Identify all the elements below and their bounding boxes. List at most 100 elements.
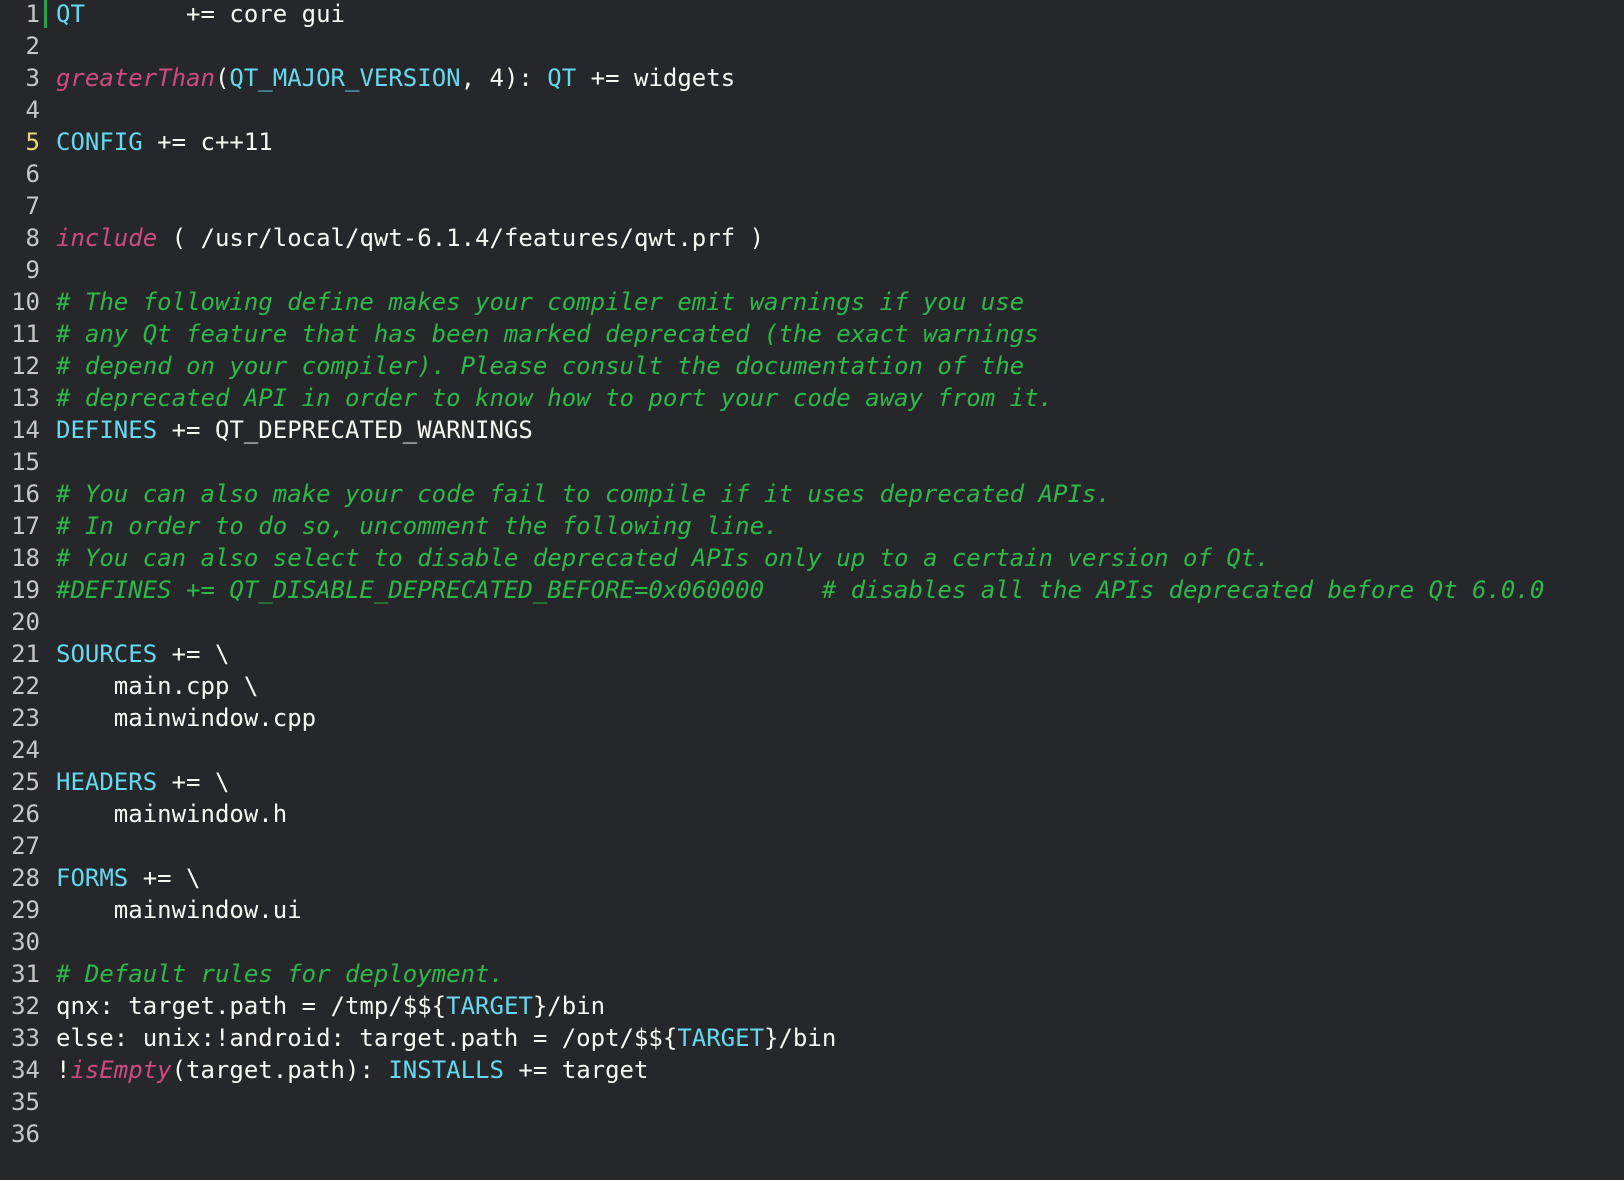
- code-line[interactable]: 13 # deprecated API in order to know how …: [0, 382, 1624, 414]
- line-code[interactable]: QT += core gui: [56, 0, 345, 30]
- line-number: 19: [11, 576, 40, 604]
- text-token: += \: [128, 864, 201, 892]
- code-line[interactable]: 26 mainwindow.h: [0, 798, 1624, 830]
- code-line[interactable]: 5 CONFIG += c++11: [0, 126, 1624, 158]
- line-number: 27: [11, 832, 40, 860]
- text-token: }/bin: [532, 992, 606, 1020]
- line-number: 21: [11, 640, 40, 668]
- line-code[interactable]: SOURCES += \: [56, 638, 229, 670]
- code-line[interactable]: 17 # In order to do so, uncomment the fol…: [0, 510, 1624, 542]
- code-line[interactable]: 18 # You can also select to disable depre…: [0, 542, 1624, 574]
- comment-token: # In order to do so, uncomment the follo…: [56, 512, 779, 540]
- line-code[interactable]: else: unix:!android: target.path = /opt/…: [56, 1022, 836, 1054]
- code-line[interactable]: 7: [0, 190, 1624, 222]
- code-line[interactable]: 29 mainwindow.ui: [0, 894, 1624, 926]
- function-token: greaterThan: [56, 64, 215, 92]
- comment-token: # The following define makes your compil…: [56, 288, 1025, 316]
- line-code[interactable]: # Default rules for deployment.: [56, 958, 504, 990]
- line-code[interactable]: # depend on your compiler). Please consu…: [56, 350, 1024, 382]
- variable-token: DEFINES: [56, 416, 158, 444]
- function-token: isEmpty: [70, 1056, 172, 1084]
- code-line[interactable]: 14 DEFINES += QT_DEPRECATED_WARNINGS: [0, 414, 1624, 446]
- text-token: += target: [503, 1056, 649, 1084]
- code-line[interactable]: 25 HEADERS += \: [0, 766, 1624, 798]
- line-code[interactable]: CONFIG += c++11: [56, 126, 273, 158]
- line-code[interactable]: # deprecated API in order to know how to…: [56, 382, 1053, 414]
- code-line[interactable]: 11 # any Qt feature that has been marked …: [0, 318, 1624, 350]
- code-line[interactable]: 23 mainwindow.cpp: [0, 702, 1624, 734]
- text-token: (target.path):: [171, 1056, 389, 1084]
- line-number: 23: [11, 704, 40, 732]
- code-line[interactable]: 30: [0, 926, 1624, 958]
- code-line[interactable]: 6: [0, 158, 1624, 190]
- code-line[interactable]: 27: [0, 830, 1624, 862]
- line-number: 18: [11, 544, 40, 572]
- code-line[interactable]: 10 # The following define makes your comp…: [0, 286, 1624, 318]
- code-line[interactable]: 35: [0, 1086, 1624, 1118]
- line-code[interactable]: greaterThan(QT_MAJOR_VERSION, 4): QT += …: [56, 62, 735, 94]
- code-line[interactable]: 24: [0, 734, 1624, 766]
- line-code[interactable]: # You can also select to disable depreca…: [56, 542, 1270, 574]
- code-line[interactable]: 8 include ( /usr/local/qwt-6.1.4/features…: [0, 222, 1624, 254]
- line-code[interactable]: HEADERS += \: [56, 766, 229, 798]
- code-lines[interactable]: 1 QT += core gui 2 3 greaterThan(QT_MAJOR_VE…: [0, 0, 1624, 1150]
- code-line[interactable]: 12 # depend on your compiler). Please con…: [0, 350, 1624, 382]
- code-line[interactable]: 31 # Default rules for deployment.: [0, 958, 1624, 990]
- code-line[interactable]: 32 qnx: target.path = /tmp/$${TARGET}/bin: [0, 990, 1624, 1022]
- code-line[interactable]: 16 # You can also make your code fail to …: [0, 478, 1624, 510]
- line-code[interactable]: main.cpp \: [56, 670, 259, 702]
- line-number: 8: [25, 224, 40, 252]
- line-code[interactable]: # In order to do so, uncomment the follo…: [56, 510, 778, 542]
- line-number: 31: [11, 960, 40, 988]
- line-code[interactable]: !isEmpty(target.path): INSTALLS += targe…: [56, 1054, 648, 1086]
- function-token: include: [56, 224, 158, 252]
- line-number: 30: [11, 928, 40, 956]
- text-token: }/bin: [764, 1024, 837, 1052]
- variable-token: TARGET: [446, 992, 533, 1020]
- text-token: mainwindow.h: [56, 800, 288, 828]
- line-number: 29: [11, 896, 40, 924]
- line-number: 7: [25, 192, 40, 220]
- code-line[interactable]: 19 #DEFINES += QT_DISABLE_DEPRECATED_BEFO…: [0, 574, 1624, 606]
- line-number: 36: [11, 1120, 40, 1148]
- code-line[interactable]: 34 !isEmpty(target.path): INSTALLS += tar…: [0, 1054, 1624, 1086]
- line-code[interactable]: include ( /usr/local/qwt-6.1.4/features/…: [56, 222, 764, 254]
- code-line[interactable]: 4: [0, 94, 1624, 126]
- code-line[interactable]: 22 main.cpp \: [0, 670, 1624, 702]
- code-line[interactable]: 36: [0, 1118, 1624, 1150]
- line-code[interactable]: FORMS += \: [56, 862, 201, 894]
- code-line[interactable]: 9: [0, 254, 1624, 286]
- line-number: 9: [25, 256, 40, 284]
- code-line[interactable]: 1 QT += core gui: [0, 0, 1624, 30]
- line-code[interactable]: qnx: target.path = /tmp/$${TARGET}/bin: [56, 990, 605, 1022]
- code-line[interactable]: 15: [0, 446, 1624, 478]
- variable-token: INSTALLS: [388, 1056, 504, 1084]
- code-line[interactable]: 3 greaterThan(QT_MAJOR_VERSION, 4): QT +=…: [0, 62, 1624, 94]
- line-code[interactable]: # The following define makes your compil…: [56, 286, 1024, 318]
- text-token: += c++11: [142, 128, 273, 156]
- line-code[interactable]: mainwindow.h: [56, 798, 287, 830]
- code-line[interactable]: 28 FORMS += \: [0, 862, 1624, 894]
- line-code[interactable]: mainwindow.cpp: [56, 702, 316, 734]
- variable-token: QT_MAJOR_VERSION: [229, 64, 461, 92]
- text-token: += widgets: [576, 64, 736, 92]
- line-number: 6: [25, 160, 40, 188]
- code-line[interactable]: 2: [0, 30, 1624, 62]
- text-token: else: unix:!android: target.path = /opt/…: [56, 1024, 678, 1052]
- text-token: main.cpp \: [56, 672, 259, 700]
- code-line[interactable]: 21 SOURCES += \: [0, 638, 1624, 670]
- line-number: 2: [25, 32, 40, 60]
- line-code[interactable]: mainwindow.ui: [56, 894, 302, 926]
- line-number: 33: [11, 1024, 40, 1052]
- code-editor[interactable]: 1 QT += core gui 2 3 greaterThan(QT_MAJOR_VE…: [0, 0, 1624, 1180]
- line-number: 14: [11, 416, 40, 444]
- line-code[interactable]: # You can also make your code fail to co…: [56, 478, 1111, 510]
- line-code[interactable]: # any Qt feature that has been marked de…: [56, 318, 1039, 350]
- line-code[interactable]: DEFINES += QT_DEPRECATED_WARNINGS: [56, 414, 533, 446]
- code-line[interactable]: 33 else: unix:!android: target.path = /op…: [0, 1022, 1624, 1054]
- line-number: 12: [11, 352, 40, 380]
- code-line[interactable]: 20: [0, 606, 1624, 638]
- line-code[interactable]: #DEFINES += QT_DISABLE_DEPRECATED_BEFORE…: [56, 574, 1544, 606]
- line-number: 17: [11, 512, 40, 540]
- line-number: 24: [11, 736, 40, 764]
